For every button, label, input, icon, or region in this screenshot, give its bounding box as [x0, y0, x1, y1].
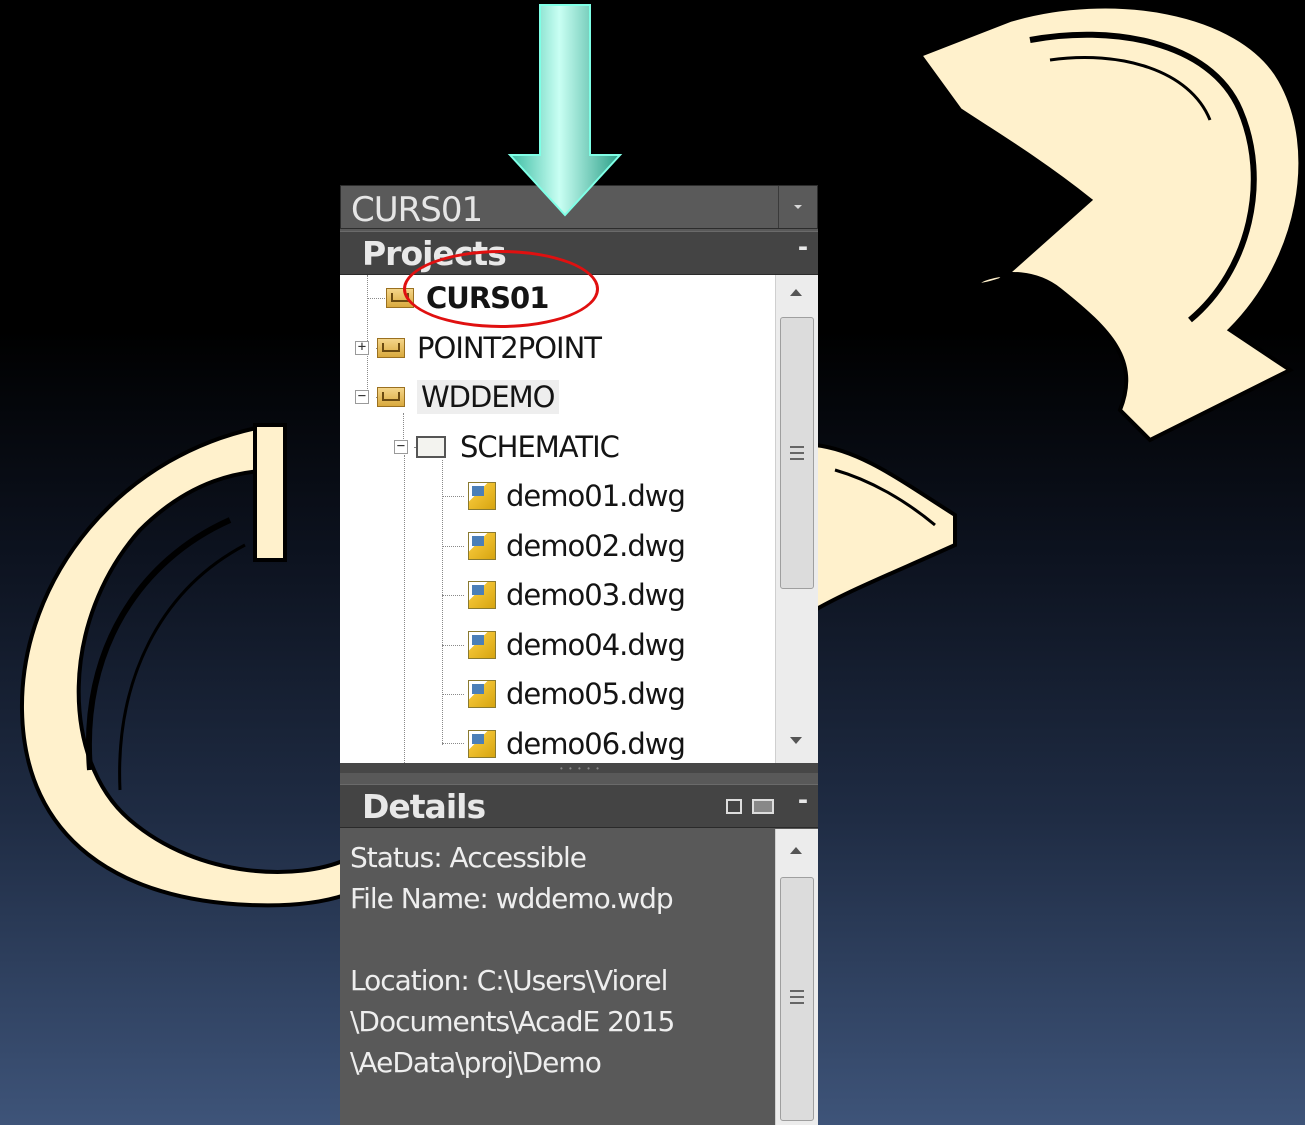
scroll-up-icon[interactable] [790, 289, 802, 296]
dwg-file-icon [468, 532, 496, 560]
details-view-icons [726, 799, 774, 814]
tree-item-point2point[interactable]: + POINT2POINT [355, 325, 602, 371]
project-icon [377, 387, 405, 407]
decorative-chevron [813, 442, 957, 614]
details-scrollbar-thumb[interactable] [780, 877, 814, 1121]
folder-icon [416, 436, 446, 458]
dwg-file-icon [468, 581, 496, 609]
tree-connector [367, 298, 385, 299]
details-line-location-3: \AeData\proj\Demo [350, 1046, 602, 1079]
tree-item-label: demo06.dwg [506, 727, 686, 761]
details-preview-icon[interactable] [752, 799, 774, 814]
dwg-file-icon [468, 730, 496, 758]
tree-connector [442, 595, 464, 596]
details-line-location-2: \Documents\AcadE 2015 [350, 1005, 675, 1038]
panel-splitter[interactable]: • • • • • [340, 763, 818, 773]
details-line-blank [350, 919, 770, 960]
red-callout-ellipse [403, 250, 599, 328]
tree-item-label: demo05.dwg [506, 677, 686, 711]
tree-item-label: demo01.dwg [506, 479, 686, 513]
project-selector-value: CURS01 [351, 190, 483, 230]
dropdown-arrow-icon[interactable] [778, 186, 817, 228]
details-body: Status: Accessible File Name: wddemo.wdp… [340, 829, 818, 1125]
project-tree: CURS01 + POINT2POINT − WDDEMO − SCHEMATI… [340, 275, 818, 763]
details-header: Details - [340, 783, 818, 828]
details-line-filename: File Name: wddemo.wdp [350, 882, 674, 915]
details-title: Details [362, 787, 486, 826]
grip-icon [790, 1002, 804, 1004]
grip-icon [790, 446, 804, 448]
tree-item-schematic[interactable]: − SCHEMATIC [394, 424, 620, 470]
tree-item-label: demo02.dwg [506, 529, 686, 563]
dwg-file-icon [468, 631, 496, 659]
details-list-icon[interactable] [726, 799, 742, 814]
details-line-location: Location: C:\Users\Viorel [350, 964, 668, 997]
collapse-icon[interactable]: − [394, 439, 408, 454]
tree-connector [442, 645, 464, 646]
tree-connector [442, 694, 464, 695]
tree-connector [404, 455, 405, 763]
expand-icon[interactable]: + [355, 340, 369, 355]
collapse-icon[interactable]: − [355, 389, 369, 404]
grip-icon [790, 458, 804, 460]
projects-collapse-button[interactable]: - [798, 230, 808, 264]
tree-item-wddemo[interactable]: − WDDEMO [355, 374, 559, 420]
tree-item-label: demo04.dwg [506, 628, 686, 662]
scroll-up-icon[interactable] [790, 847, 802, 854]
tree-scrollbar-thumb[interactable] [780, 317, 814, 589]
tree-item-drawing[interactable]: demo01.dwg [468, 473, 686, 519]
teal-down-arrow-icon [507, 4, 623, 217]
tree-item-drawing[interactable]: demo05.dwg [468, 671, 686, 717]
tree-item-label: demo03.dwg [506, 578, 686, 612]
details-line-status: Status: Accessible [350, 841, 587, 874]
tree-connector [442, 496, 464, 497]
grip-icon [790, 452, 804, 454]
grip-icon [790, 990, 804, 992]
details-scrollbar[interactable] [775, 829, 818, 1125]
tree-item-label: WDDEMO [417, 380, 559, 414]
decorative-letter-p [916, 4, 1303, 443]
tree-connector [442, 743, 464, 744]
decorative-letter-c [19, 422, 347, 908]
details-collapse-button[interactable]: - [798, 783, 808, 817]
project-manager-panel: CURS01 Projects - CURS01 + POINT2POINT −… [340, 185, 818, 1125]
project-icon [377, 338, 405, 358]
tree-connector [442, 460, 443, 745]
tree-item-drawing[interactable]: demo03.dwg [468, 572, 686, 618]
dwg-file-icon [468, 482, 496, 510]
tree-item-drawing[interactable]: demo04.dwg [468, 622, 686, 668]
tree-scrollbar[interactable] [775, 275, 818, 763]
tree-item-label: SCHEMATIC [460, 430, 620, 464]
grip-icon [790, 996, 804, 998]
details-text: Status: Accessible File Name: wddemo.wdp… [350, 837, 770, 1083]
tree-item-label: POINT2POINT [417, 331, 602, 365]
tree-item-drawing[interactable]: demo02.dwg [468, 523, 686, 569]
tree-connector [442, 546, 464, 547]
dwg-file-icon [468, 680, 496, 708]
tree-item-drawing[interactable]: demo06.dwg [468, 721, 686, 763]
scroll-down-icon[interactable] [790, 737, 802, 744]
